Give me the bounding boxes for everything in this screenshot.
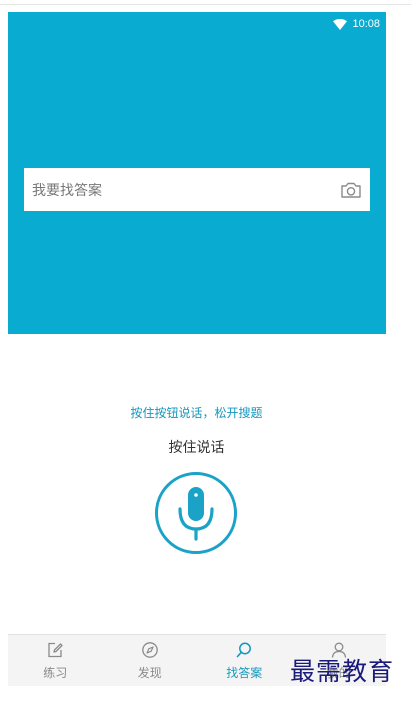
tab-label-practice: 练习 [43, 666, 68, 680]
tab-label-discover: 发现 [137, 666, 162, 680]
status-bar: 10:08 [333, 17, 380, 31]
search-bar[interactable]: 我要找答案 [24, 168, 370, 211]
microphone-button[interactable] [155, 472, 237, 554]
hold-to-talk-label: 按住说话 [168, 440, 225, 456]
top-divider [0, 4, 411, 5]
status-time: 10:08 [352, 18, 380, 30]
microphone-icon [178, 487, 214, 541]
compass-icon [141, 642, 158, 658]
voice-hint-text: 按住按钮说话，松开搜题 [130, 406, 263, 420]
tab-practice[interactable]: 练习 [8, 635, 103, 686]
watermark-logo: 最需教育 [290, 657, 395, 686]
wifi-icon [333, 18, 348, 30]
tab-discover[interactable]: 发现 [103, 635, 198, 686]
tab-find-answers[interactable]: 找答案 [197, 635, 292, 686]
camera-icon[interactable] [340, 181, 362, 199]
search-header-panel: 10:08 我要找答案 [8, 12, 386, 334]
search-input-placeholder[interactable]: 我要找答案 [32, 180, 102, 200]
page: 10:08 我要找答案 按住按钮说话，松开搜题 按住说话 练习 发现 找答案 我… [0, 0, 411, 701]
edit-icon [48, 642, 63, 658]
tab-label-find-answers: 找答案 [226, 666, 263, 680]
search-icon [236, 642, 252, 658]
